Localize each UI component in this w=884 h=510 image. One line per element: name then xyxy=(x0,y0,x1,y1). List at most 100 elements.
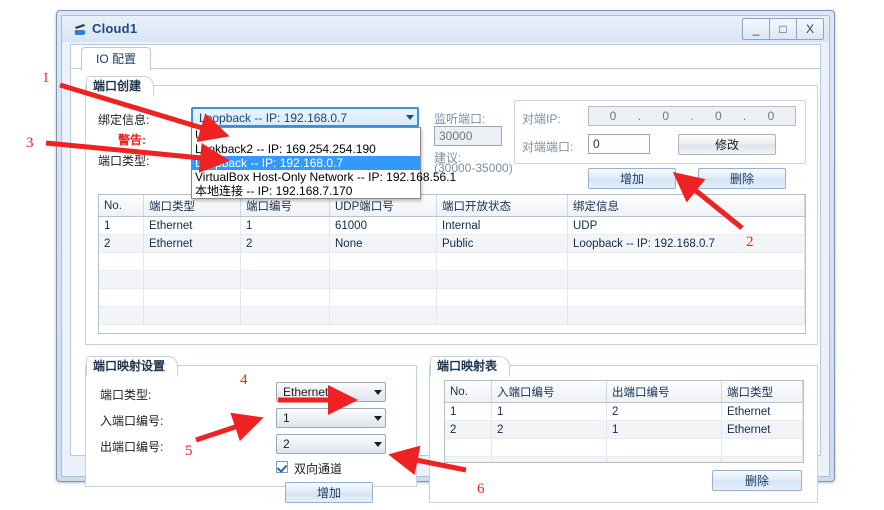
port-type-label: 端口类型: xyxy=(98,154,150,168)
listen-port-label: 监听端口: xyxy=(434,112,486,126)
mapping-delete-button[interactable]: 删除 xyxy=(712,470,802,491)
th-in-port: 入端口编号 xyxy=(491,381,607,403)
bidirectional-checkbox[interactable] xyxy=(276,461,288,473)
close-button[interactable]: X xyxy=(796,18,824,40)
dropdown-option-3[interactable]: VirtualBox Host-Only Network -- IP: 192.… xyxy=(192,170,456,184)
bind-info-combo[interactable]: Loopback -- IP: 192.168.0.7 xyxy=(191,107,419,127)
mapping-table-group: 端口映射表 No. 入端口编号 出端口编号 端口类型 1 1 2 Etherne… xyxy=(429,356,818,503)
cell-port-number: 1 xyxy=(240,216,330,235)
mapping-settings-group: 端口映射设置 端口类型: Ethernet 入端口编号: 1 出端口编号: 2 xyxy=(85,356,417,487)
peer-port-input[interactable]: 0 xyxy=(588,134,650,154)
tab-underline xyxy=(71,68,820,69)
cell-no: 1 xyxy=(445,402,492,421)
table-row-empty[interactable] xyxy=(445,456,803,462)
cloud-app-icon xyxy=(74,24,86,35)
mapping-out-port-combo[interactable]: 2 xyxy=(276,434,386,454)
cell-port-type: Ethernet xyxy=(721,402,803,421)
cell-open-state: Public xyxy=(436,234,568,253)
port-table[interactable]: No. 端口类型 端口编号 UDP端口号 端口开放状态 绑定信息 1 Ether… xyxy=(98,194,806,334)
dropdown-option-1[interactable]: Lookback2 -- IP: 169.254.254.190 xyxy=(192,142,420,156)
mapping-port-type-label: 端口类型: xyxy=(100,388,152,402)
delete-binding-button[interactable]: 删除 xyxy=(698,168,786,189)
cell-in-port: 2 xyxy=(491,420,607,439)
port-create-title: 端口创建 xyxy=(86,76,155,97)
th-port-type: 端口类型 xyxy=(721,381,803,403)
bind-info-dropdown-list[interactable]: UDP Lookback2 -- IP: 169.254.254.190 Loo… xyxy=(191,127,456,199)
mapping-settings-title: 端口映射设置 xyxy=(86,356,179,377)
cell-out-port: 1 xyxy=(606,420,722,439)
chevron-down-icon xyxy=(374,442,382,447)
th-no: No. xyxy=(445,381,492,403)
table-row-empty[interactable] xyxy=(99,252,805,271)
th-out-port: 出端口编号 xyxy=(606,381,722,403)
cell-bind-info: UDP xyxy=(567,216,805,235)
table-row[interactable]: 1 1 2 Ethernet xyxy=(445,402,803,421)
cell-port-type: Ethernet xyxy=(143,234,241,253)
modify-button[interactable]: 修改 xyxy=(678,134,776,155)
chevron-down-icon xyxy=(406,115,414,120)
ip-dot-2: . xyxy=(742,109,747,123)
title-bar[interactable]: Cloud1 _ □ X xyxy=(62,16,829,42)
annotation-number-4: 4 xyxy=(240,372,248,388)
th-bind-info: 绑定信息 xyxy=(567,195,805,217)
mapping-port-type-combo[interactable]: Ethernet xyxy=(276,382,386,402)
annotation-number-5: 5 xyxy=(185,443,193,459)
window-inner-frame: Cloud1 _ □ X IO 配置 端口创建 绑定信息: 端口类型: Loop… xyxy=(61,15,830,503)
minimize-button[interactable]: _ xyxy=(742,18,770,40)
table-row[interactable]: 2 Ethernet 2 None Public Loopback -- IP:… xyxy=(99,234,805,253)
cell-udp-port: 61000 xyxy=(329,216,437,235)
table-row-empty[interactable] xyxy=(445,438,803,457)
peer-ip-input[interactable]: 0. 0. 0. 0 xyxy=(588,106,796,126)
application-window: Cloud1 _ □ X IO 配置 端口创建 绑定信息: 端口类型: Loop… xyxy=(56,10,835,503)
th-open-state: 端口开放状态 xyxy=(436,195,568,217)
dropdown-option-2[interactable]: Loopback -- IP: 192.168.0.7 xyxy=(192,156,420,170)
window-controls: _ □ X xyxy=(742,18,824,40)
cell-port-type: Ethernet xyxy=(143,216,241,235)
ip-dot-1: . xyxy=(690,109,694,123)
peer-port-label: 对端端口: xyxy=(522,140,574,154)
peer-ip-octet-3: 0 xyxy=(767,109,775,123)
annotation-number-2: 2 xyxy=(746,234,754,250)
table-row-empty[interactable] xyxy=(99,270,805,289)
mapping-port-type-value: Ethernet xyxy=(283,385,329,399)
table-header-row: No. 入端口编号 出端口编号 端口类型 xyxy=(445,381,803,403)
maximize-button[interactable]: □ xyxy=(769,18,797,40)
mapping-table-title: 端口映射表 xyxy=(430,356,511,377)
add-binding-button[interactable]: 增加 xyxy=(588,168,676,189)
mapping-in-port-combo[interactable]: 1 xyxy=(276,408,386,428)
annotation-warning-text: 警告: xyxy=(118,133,146,147)
cell-open-state: Internal xyxy=(436,216,568,235)
tab-io-config[interactable]: IO 配置 xyxy=(81,47,152,70)
cell-port-number: 2 xyxy=(240,234,330,253)
mapping-in-port-label: 入端口编号: xyxy=(100,414,164,428)
cell-no: 2 xyxy=(99,234,144,253)
bidirectional-label: 双向通道 xyxy=(294,462,343,476)
cell-bind-info: Loopback -- IP: 192.168.0.7 xyxy=(567,234,805,253)
annotation-number-3: 3 xyxy=(26,135,34,151)
table-row-empty[interactable] xyxy=(99,288,805,307)
cell-no: 2 xyxy=(445,420,492,439)
annotation-number-1: 1 xyxy=(42,70,50,86)
mapping-add-button[interactable]: 增加 xyxy=(285,482,373,503)
annotation-number-6: 6 xyxy=(477,481,485,497)
port-create-group: 端口创建 绑定信息: 端口类型: Loopback -- IP: 192.168… xyxy=(85,76,818,345)
table-row-empty[interactable] xyxy=(99,306,805,325)
mapping-out-port-value: 2 xyxy=(283,437,290,451)
chevron-down-icon xyxy=(374,416,382,421)
cell-out-port: 2 xyxy=(606,402,722,421)
window-title: Cloud1 xyxy=(92,21,138,36)
mapping-table[interactable]: No. 入端口编号 出端口编号 端口类型 1 1 2 Ethernet 2 2 … xyxy=(444,380,804,463)
dropdown-option-4[interactable]: 本地连接 -- IP: 192.168.7.170 xyxy=(192,184,420,198)
bind-info-label: 绑定信息: xyxy=(98,113,150,127)
ip-dot-0: . xyxy=(637,109,641,123)
table-row[interactable]: 1 Ethernet 1 61000 Internal UDP xyxy=(99,216,805,235)
th-no: No. xyxy=(99,195,144,217)
table-row[interactable]: 2 2 1 Ethernet xyxy=(445,420,803,439)
mapping-out-port-label: 出端口编号: xyxy=(100,440,164,454)
dropdown-option-0[interactable]: UDP xyxy=(192,128,420,142)
mapping-in-port-value: 1 xyxy=(283,411,290,425)
cell-in-port: 1 xyxy=(491,402,607,421)
listen-port-input[interactable]: 30000 xyxy=(434,126,502,146)
peer-ip-octet-2: 0 xyxy=(714,109,722,123)
client-area: IO 配置 端口创建 绑定信息: 端口类型: Loopback -- IP: 1… xyxy=(70,44,821,503)
